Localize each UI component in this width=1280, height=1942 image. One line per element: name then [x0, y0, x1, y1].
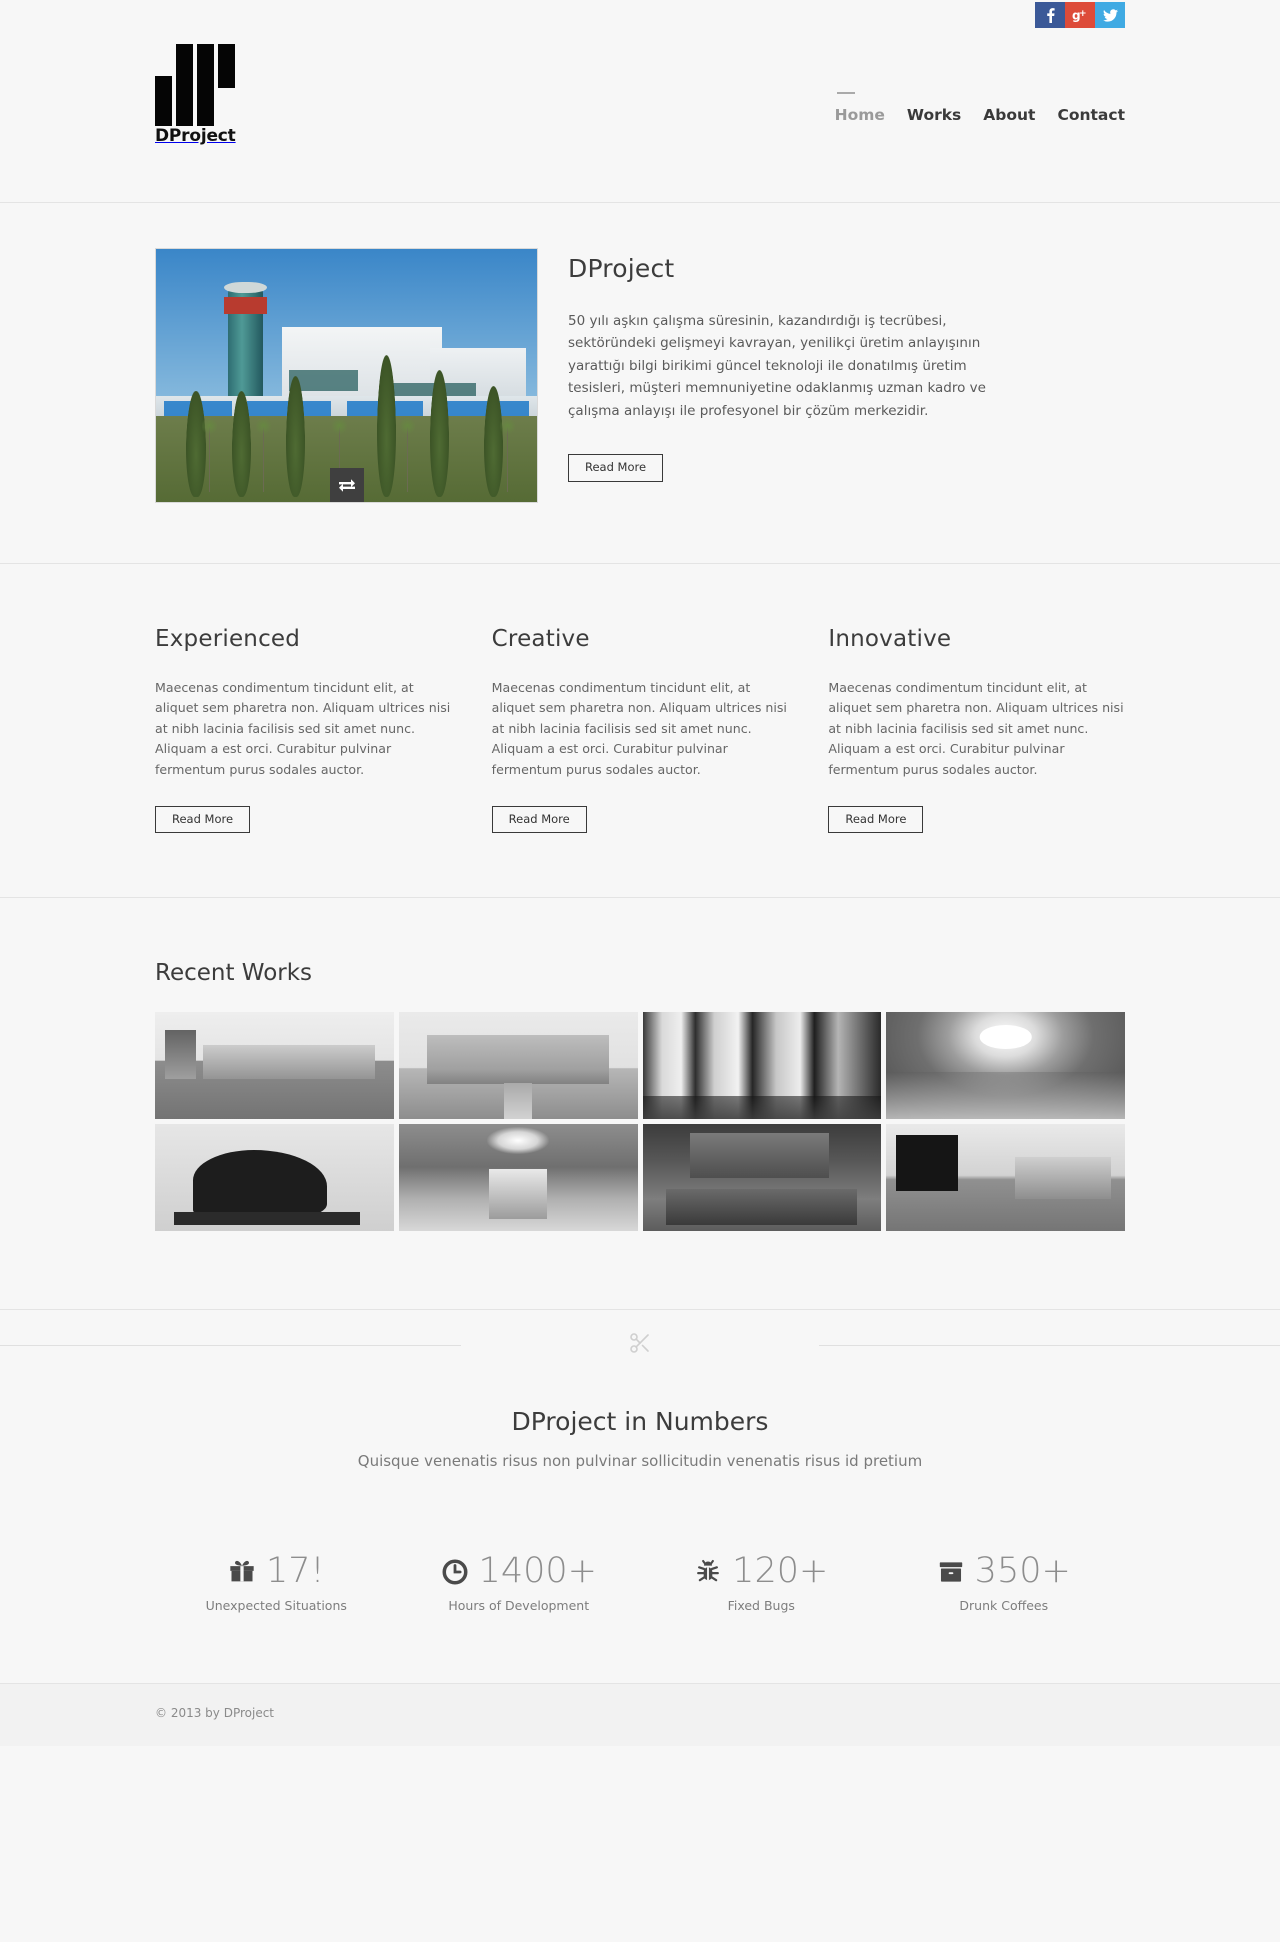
stat-value: 1400+	[478, 1551, 597, 1592]
numbers-title: DProject in Numbers	[511, 1407, 769, 1437]
stat-fixed-bugs: 120+ Fixed Bugs	[640, 1554, 883, 1613]
stat-label: Fixed Bugs	[727, 1598, 795, 1614]
feature-text: Maecenas condimentum tincidunt elit, at …	[155, 680, 451, 777]
logo-text: DProject	[155, 126, 236, 146]
work-thumbnail[interactable]	[886, 1124, 1125, 1232]
slider-toggle-button[interactable]	[329, 468, 364, 502]
scissors-icon	[612, 1331, 668, 1359]
works-grid	[155, 1012, 1125, 1232]
feature-text: Maecenas condimentum tincidunt elit, at …	[828, 680, 1124, 777]
social-links: g +	[1035, 2, 1125, 28]
twitter-icon[interactable]	[1095, 2, 1125, 28]
feature-read-more-button[interactable]: Read More	[828, 805, 924, 834]
stat-label: Unexpected Situations	[205, 1598, 347, 1614]
site-header: DProject Home Works About Contact	[0, 32, 1280, 203]
svg-text:+: +	[1079, 9, 1087, 19]
stat-drunk-coffees: 350+ Drunk Coffees	[883, 1554, 1126, 1613]
feature-read-more-button[interactable]: Read More	[491, 805, 587, 834]
twitter-glyph	[1102, 8, 1118, 22]
feature-title: Innovative	[828, 626, 952, 652]
bug-glyph	[697, 1559, 720, 1582]
archive-glyph	[939, 1562, 962, 1582]
nav-item-about[interactable]: About	[983, 104, 1035, 126]
copyright-text: © 2013 by DProject	[155, 1706, 274, 1721]
scissors-glyph	[630, 1333, 649, 1354]
hero-image	[155, 248, 538, 503]
clock-icon	[441, 1558, 469, 1586]
googleplus-glyph: g +	[1072, 9, 1087, 23]
hero-section: DProject 50 yılı aşkın çalışma süresinin…	[0, 203, 1280, 564]
facebook-icon[interactable]	[1035, 2, 1065, 28]
work-thumbnail[interactable]	[886, 1012, 1125, 1120]
feature-text: Maecenas condimentum tincidunt elit, at …	[491, 680, 787, 777]
divider-line-right	[819, 1344, 1280, 1346]
feature-title: Creative	[491, 626, 590, 652]
main-navigation: Home Works About Contact	[835, 92, 1125, 126]
feature-read-more-button[interactable]: Read More	[155, 805, 251, 834]
gift-icon	[228, 1558, 256, 1586]
swap-arrows-icon	[338, 479, 355, 492]
nav-item-contact[interactable]: Contact	[1057, 104, 1125, 126]
googleplus-icon[interactable]: g +	[1065, 2, 1095, 28]
work-thumbnail[interactable]	[155, 1012, 394, 1120]
work-thumbnail[interactable]	[155, 1124, 394, 1232]
nav-item-home[interactable]: Home	[835, 92, 885, 126]
features-section: Experienced Maecenas condimentum tincidu…	[0, 564, 1280, 899]
stat-hours-of-development: 1400+ Hours of Development	[398, 1554, 641, 1613]
recent-works-title: Recent Works	[155, 960, 313, 987]
top-social-bar: g +	[0, 0, 1280, 32]
clock-glyph	[442, 1559, 468, 1585]
work-thumbnail[interactable]	[642, 1012, 882, 1120]
scissors-divider	[0, 1309, 1280, 1379]
work-thumbnail[interactable]	[642, 1124, 882, 1232]
bug-icon	[694, 1558, 722, 1586]
numbers-subtitle: Quisque venenatis risus non pulvinar sol…	[357, 1452, 923, 1471]
hero-description: 50 yılı aşkın çalışma süresinin, kazandı…	[568, 313, 986, 419]
hero-read-more-button[interactable]: Read More	[568, 454, 664, 482]
feature-card-innovative: Innovative Maecenas condimentum tincidun…	[828, 626, 1125, 834]
feature-card-experienced: Experienced Maecenas condimentum tincidu…	[155, 626, 452, 834]
stat-value: 17!	[265, 1551, 325, 1592]
logo-bars-icon	[155, 44, 236, 126]
divider-line-left	[0, 1344, 461, 1346]
stat-unexpected-situations: 17! Unexpected Situations	[155, 1551, 398, 1614]
stats-row: 17! Unexpected Situations 1400+ Hours of…	[155, 1551, 1126, 1614]
hero-title: DProject	[568, 254, 675, 283]
feature-card-creative: Creative Maecenas condimentum tincidunt …	[491, 626, 789, 834]
feature-title: Experienced	[155, 626, 301, 652]
stat-label: Hours of Development	[448, 1598, 590, 1614]
gift-glyph	[230, 1560, 254, 1582]
nav-item-works[interactable]: Works	[907, 104, 961, 126]
recent-works-section: Recent Works	[0, 898, 1280, 1309]
site-footer: © 2013 by DProject	[0, 1683, 1280, 1747]
hero-photo	[156, 249, 537, 502]
stat-value: 120+	[732, 1551, 829, 1592]
stat-label: Drunk Coffees	[959, 1598, 1049, 1614]
work-thumbnail[interactable]	[398, 1012, 638, 1120]
archive-box-icon	[937, 1558, 965, 1586]
numbers-section: DProject in Numbers Quisque venenatis ri…	[0, 1379, 1280, 1683]
facebook-glyph	[1046, 8, 1055, 23]
stat-value: 350+	[974, 1551, 1071, 1592]
work-thumbnail[interactable]	[398, 1124, 638, 1232]
logo[interactable]: DProject	[155, 32, 236, 146]
